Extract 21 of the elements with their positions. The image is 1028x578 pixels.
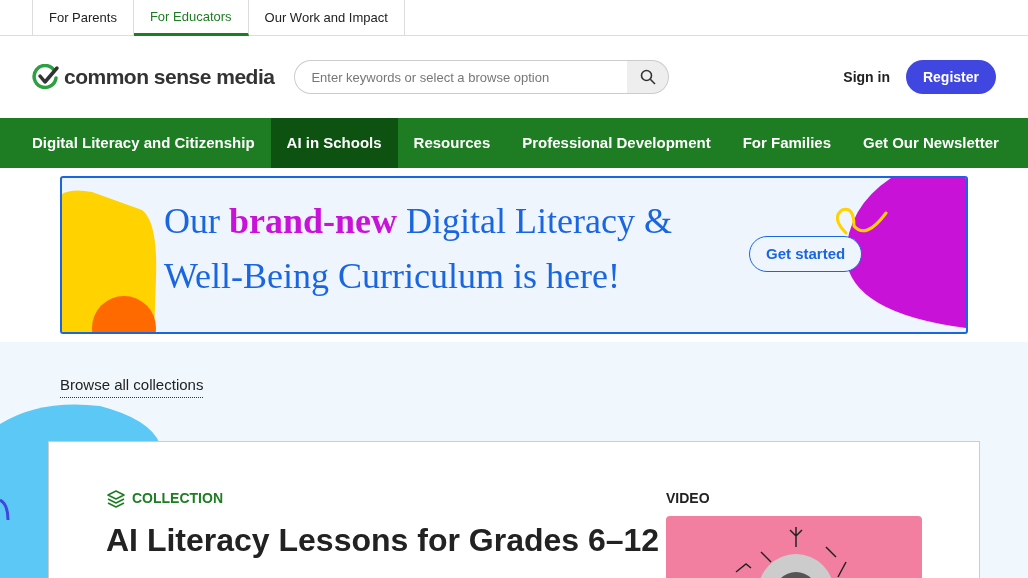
nav-tab[interactable]: AI in Schools — [270, 118, 398, 168]
get-started-button[interactable]: Get started — [749, 236, 863, 272]
collection-title[interactable]: AI Literacy Lessons for Grades 6–12 — [106, 516, 660, 564]
promo-banner[interactable]: Our brand-new Digital Literacy & Well-Being Curriculum is here! Get started — [60, 176, 968, 334]
layers-icon — [106, 488, 126, 509]
nav-tab[interactable]: Digital Literacy and Citizenship — [16, 118, 271, 168]
register-button[interactable]: Register — [905, 60, 996, 94]
audience-tab[interactable]: Our Work and Impact — [248, 0, 405, 36]
sign-in-link[interactable]: Sign in — [843, 66, 890, 88]
nav-tab[interactable]: Get Our Newsletter — [847, 118, 1015, 168]
audience-tab[interactable]: For Parents — [32, 0, 134, 36]
nav-tab[interactable]: Resources — [397, 118, 507, 168]
collection-label: COLLECTION — [132, 489, 223, 508]
browse-collections-link[interactable]: Browse all collections — [60, 374, 204, 398]
brand-logo-text[interactable]: common sense media — [64, 61, 275, 93]
nav-tab[interactable]: Professional Development — [506, 118, 727, 168]
audience-tab[interactable]: For Educators — [133, 0, 249, 36]
video-label: VIDEO — [666, 489, 710, 508]
banner-headline: Our brand-new Digital Literacy & Well-Being Curriculum is here! — [164, 200, 673, 298]
nav-tab[interactable]: For Families — [726, 118, 848, 168]
checkmark-logo-icon — [32, 64, 60, 90]
